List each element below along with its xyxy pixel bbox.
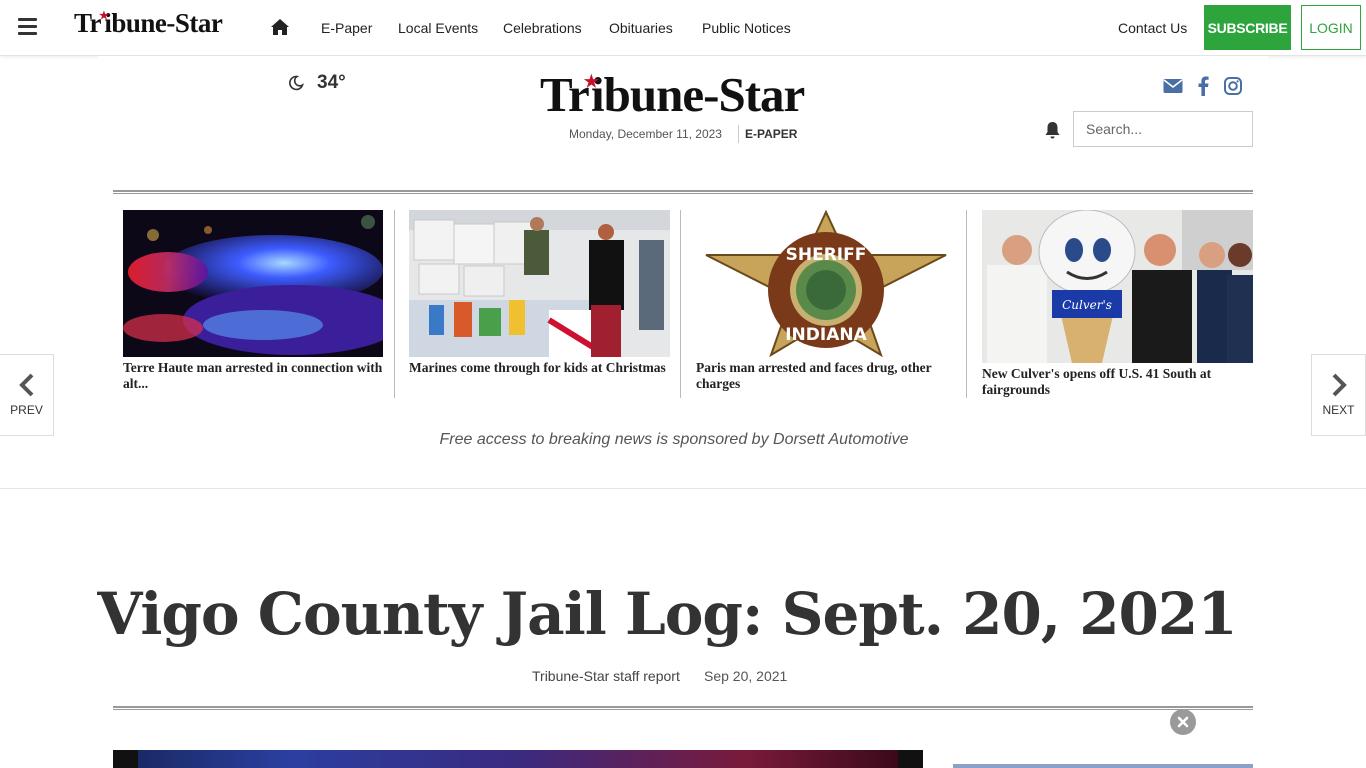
carousel-divider: [966, 210, 967, 398]
instagram-icon[interactable]: [1224, 77, 1242, 95]
carousel-card-3[interactable]: SHERIFF INDIANA Paris man arrested and f…: [696, 210, 956, 392]
top-navbar: Tr★ibune-Star E-Paper Local Events Celeb…: [0, 0, 1366, 56]
nav-epaper[interactable]: E-Paper: [321, 20, 372, 36]
toy-drive-image: [409, 210, 670, 357]
article-rule: [113, 706, 1253, 710]
temperature[interactable]: 34°: [317, 72, 346, 94]
nav-celebrations[interactable]: Celebrations: [503, 20, 582, 36]
menu-icon[interactable]: [18, 18, 37, 35]
moon-icon: [289, 75, 304, 91]
prev-label: PREV: [10, 403, 43, 417]
section-divider: [0, 488, 1366, 489]
home-icon[interactable]: [270, 18, 290, 36]
carousel-divider: [394, 210, 395, 398]
header-logo[interactable]: Tr★ibune-Star: [74, 8, 223, 39]
carousel-title-4[interactable]: New Culver's opens off U.S. 41 South at …: [982, 366, 1253, 398]
carousel-title-1[interactable]: Terre Haute man arrested in connection w…: [123, 360, 383, 392]
article-byline[interactable]: Tribune-Star staff report: [532, 668, 680, 684]
subscribe-button[interactable]: SUBSCRIBE: [1204, 5, 1291, 50]
logo-star-icon: ★: [99, 10, 109, 22]
cone-label-text: Culver's: [1062, 298, 1112, 312]
carousel-divider: [680, 210, 681, 398]
contact-us-link[interactable]: Contact Us: [1118, 20, 1187, 36]
close-ad-button[interactable]: [1170, 709, 1196, 735]
masthead-date: Monday, December 11, 2023: [569, 127, 722, 141]
carousel-title-2[interactable]: Marines come through for kids at Christm…: [409, 360, 670, 376]
main-logo-text: Tr★ibune-Star: [540, 67, 805, 122]
nav-public-notices[interactable]: Public Notices: [702, 20, 791, 36]
next-label: NEXT: [1322, 403, 1355, 417]
chevron-right-icon: [1332, 373, 1347, 397]
carousel-prev-button[interactable]: PREV: [0, 354, 54, 436]
carousel-card-1[interactable]: Terre Haute man arrested in connection w…: [123, 210, 383, 392]
nav-obituaries[interactable]: Obituaries: [609, 20, 673, 36]
sponsor-note: Free access to breaking news is sponsore…: [439, 431, 909, 448]
login-button[interactable]: LOGIN: [1301, 5, 1361, 50]
date-divider: [738, 125, 739, 143]
carousel-card-2[interactable]: Marines come through for kids at Christm…: [409, 210, 670, 376]
badge-top-text: SHERIFF: [786, 245, 867, 265]
masthead-rule: [113, 190, 1253, 194]
chevron-left-icon: [18, 373, 33, 397]
epaper-link[interactable]: E-PAPER: [745, 127, 797, 141]
carousel-card-4[interactable]: Culver's New Culver's opens off U.S. 41 …: [982, 210, 1253, 398]
masthead-logo[interactable]: Tr★ibune-Star: [540, 66, 805, 123]
badge-bottom-text: INDIANA: [785, 325, 867, 345]
top-logo-text: Tr★ibune-Star: [74, 8, 223, 38]
article-date: Sep 20, 2021: [704, 668, 788, 684]
logo-star-icon: ★: [583, 72, 599, 91]
article-headline: Vigo County Jail Log: Sept. 20, 2021: [97, 580, 1237, 648]
facebook-icon[interactable]: [1196, 76, 1210, 96]
article-hero-image: [113, 750, 923, 768]
carousel-next-button[interactable]: NEXT: [1311, 354, 1366, 436]
sheriff-badge-image: SHERIFF INDIANA: [696, 210, 956, 357]
bell-icon[interactable]: [1044, 121, 1061, 140]
culvers-opening-image: Culver's: [982, 210, 1253, 363]
search-input[interactable]: [1073, 111, 1253, 147]
nav-local-events[interactable]: Local Events: [398, 20, 478, 36]
close-icon: [1177, 716, 1189, 728]
police-lights-image: [123, 210, 383, 357]
carousel-title-3[interactable]: Paris man arrested and faces drug, other…: [696, 360, 956, 392]
sidebar-ad[interactable]: [953, 764, 1253, 768]
email-icon[interactable]: [1163, 78, 1183, 94]
